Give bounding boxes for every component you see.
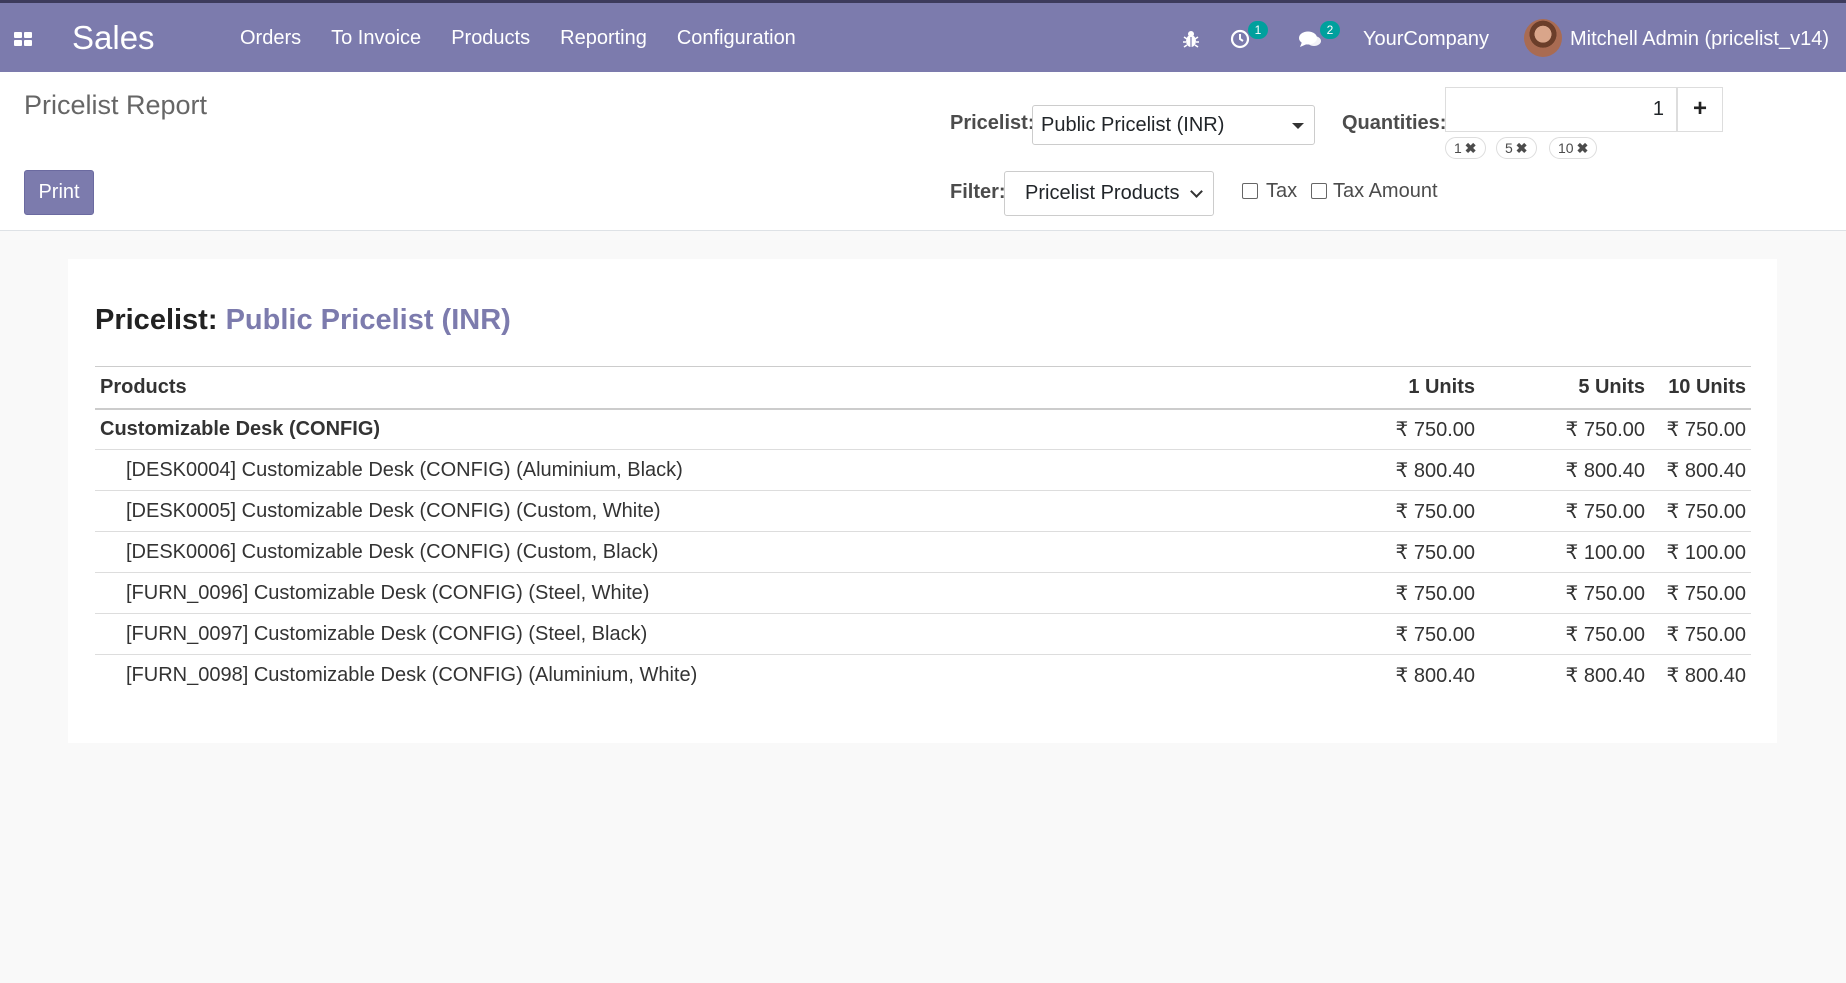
table-row-template: Customizable Desk (CONFIG) ₹ 750.00 ₹ 75… [95,408,1751,450]
quantity-tag: 1 ✖ [1445,137,1486,159]
price-cell: ₹ 750.00 [1480,408,1650,450]
debug-icon[interactable] [1182,29,1200,49]
menu-item-products[interactable]: Products [451,27,530,50]
pricelist-label: Pricelist: [950,112,1035,134]
quantity-input[interactable]: 1 [1445,87,1677,132]
company-switcher[interactable]: YourCompany [1363,28,1489,51]
top-navbar: Sales Orders To Invoice Products Reporti… [0,0,1846,72]
price-cell: ₹ 800.40 [1666,664,1746,687]
price-cell: ₹ 750.00 [1345,531,1480,573]
price-cell: ₹ 750.00 [1650,613,1751,655]
table-row: [FURN_0098] Customizable Desk (CONFIG) (… [95,655,1751,696]
price-cell: ₹ 750.00 [1650,408,1751,450]
table-row: [FURN_0096] Customizable Desk (CONFIG) (… [95,572,1751,614]
quantity-tag: 5 ✖ [1496,137,1537,159]
activity-icon[interactable]: 1 [1230,21,1268,49]
quantity-tag-value: 1 [1454,140,1462,156]
caret-down-icon [1292,123,1304,129]
column-header-qty-1: 1 Units [1345,366,1480,410]
filter-select[interactable]: Pricelist Products [1004,171,1214,216]
price-cell: ₹ 750.00 [1345,572,1480,614]
column-header-products: Products [95,366,1345,410]
price-cell: ₹ 100.00 [1480,531,1650,573]
pricelist-select-value: Public Pricelist (INR) [1041,113,1225,136]
table-row: [DESK0006] Customizable Desk (CONFIG) (C… [95,531,1751,573]
report-sheet: Pricelist: Public Pricelist (INR) Produc… [68,259,1777,743]
print-button[interactable]: Print [24,170,94,215]
product-variant-link[interactable]: [FURN_0097] Customizable Desk (CONFIG) (… [95,613,1345,655]
pricelist-select[interactable]: Public Pricelist (INR) [1032,105,1315,145]
price-cell: ₹ 750.00 [1650,572,1751,614]
product-variant-link[interactable]: [DESK0006] Customizable Desk (CONFIG) (C… [95,531,1345,573]
menu-item-reporting[interactable]: Reporting [560,27,647,50]
price-cell: ₹ 750.00 [1480,572,1650,614]
price-cell: ₹ 800.40 [1345,449,1480,491]
table-row: [FURN_0097] Customizable Desk (CONFIG) (… [95,613,1751,655]
column-header-qty-5: 5 Units [1480,366,1650,410]
product-variant-link[interactable]: [DESK0005] Customizable Desk (CONFIG) (C… [95,490,1345,532]
price-cell: ₹ 800.40 [1395,664,1475,687]
quantities-label: Quantities: [1342,112,1447,134]
quantity-tag-value: 5 [1505,140,1513,156]
column-header-qty-10: 10 Units [1650,366,1751,410]
price-cell: ₹ 750.00 [1480,490,1650,532]
page-title: Pricelist Report [24,90,208,120]
tax-checkbox[interactable] [1242,183,1258,199]
messages-icon[interactable]: 2 [1298,21,1340,49]
price-cell: ₹ 100.00 [1650,531,1751,573]
pricelist-table: Products 1 Units 5 Units 10 Units Custom… [95,366,1751,696]
price-cell: ₹ 750.00 [1480,613,1650,655]
price-cell: ₹ 750.00 [1345,408,1480,450]
apps-menu-icon[interactable] [12,27,34,49]
chevron-down-icon [1190,184,1203,198]
quantity-tag: 10 ✖ [1549,137,1598,159]
price-cell: ₹ 800.40 [1650,449,1751,491]
user-avatar[interactable] [1524,19,1562,57]
price-cell: ₹ 800.40 [1565,664,1645,687]
activity-badge: 1 [1248,21,1268,39]
menu-item-orders[interactable]: Orders [240,27,301,50]
report-heading: Pricelist: Public Pricelist (INR) [95,304,511,337]
product-variant-link[interactable]: [DESK0004] Customizable Desk (CONFIG) (A… [95,449,1345,491]
filter-label: Filter: [950,181,1006,203]
tax-amount-label: Tax Amount [1333,180,1438,202]
user-menu[interactable]: Mitchell Admin (pricelist_v14) [1570,28,1829,51]
product-variant-link[interactable]: [FURN_0098] Customizable Desk (CONFIG) (… [95,655,1345,696]
main-menu: Orders To Invoice Products Reporting Con… [240,27,826,50]
remove-tag-icon[interactable]: ✖ [1465,140,1477,156]
tax-amount-checkbox[interactable] [1311,183,1327,199]
report-pricelist-name: Public Pricelist (INR) [225,304,511,336]
table-row: [DESK0004] Customizable Desk (CONFIG) (A… [95,449,1751,491]
price-cell: ₹ 750.00 [1345,490,1480,532]
tax-label: Tax [1266,180,1298,202]
price-cell: ₹ 750.00 [1345,613,1480,655]
filter-select-value: Pricelist Products [1025,182,1180,204]
price-cell: ₹ 750.00 [1650,490,1751,532]
menu-item-configuration[interactable]: Configuration [677,27,796,50]
product-template-link[interactable]: Customizable Desk (CONFIG) [95,408,1345,450]
remove-tag-icon[interactable]: ✖ [1516,140,1528,156]
remove-tag-icon[interactable]: ✖ [1577,140,1589,156]
app-brand[interactable]: Sales [72,19,155,57]
quantity-tag-value: 10 [1558,140,1574,156]
report-heading-prefix: Pricelist: [95,304,218,336]
add-quantity-button[interactable]: + [1677,87,1723,132]
table-row: [DESK0005] Customizable Desk (CONFIG) (C… [95,490,1751,532]
table-header-row: Products 1 Units 5 Units 10 Units [95,366,1751,410]
price-cell: ₹ 800.40 [1480,449,1650,491]
menu-item-to-invoice[interactable]: To Invoice [331,27,421,50]
product-variant-link[interactable]: [FURN_0096] Customizable Desk (CONFIG) (… [95,572,1345,614]
messages-badge: 2 [1320,21,1340,39]
